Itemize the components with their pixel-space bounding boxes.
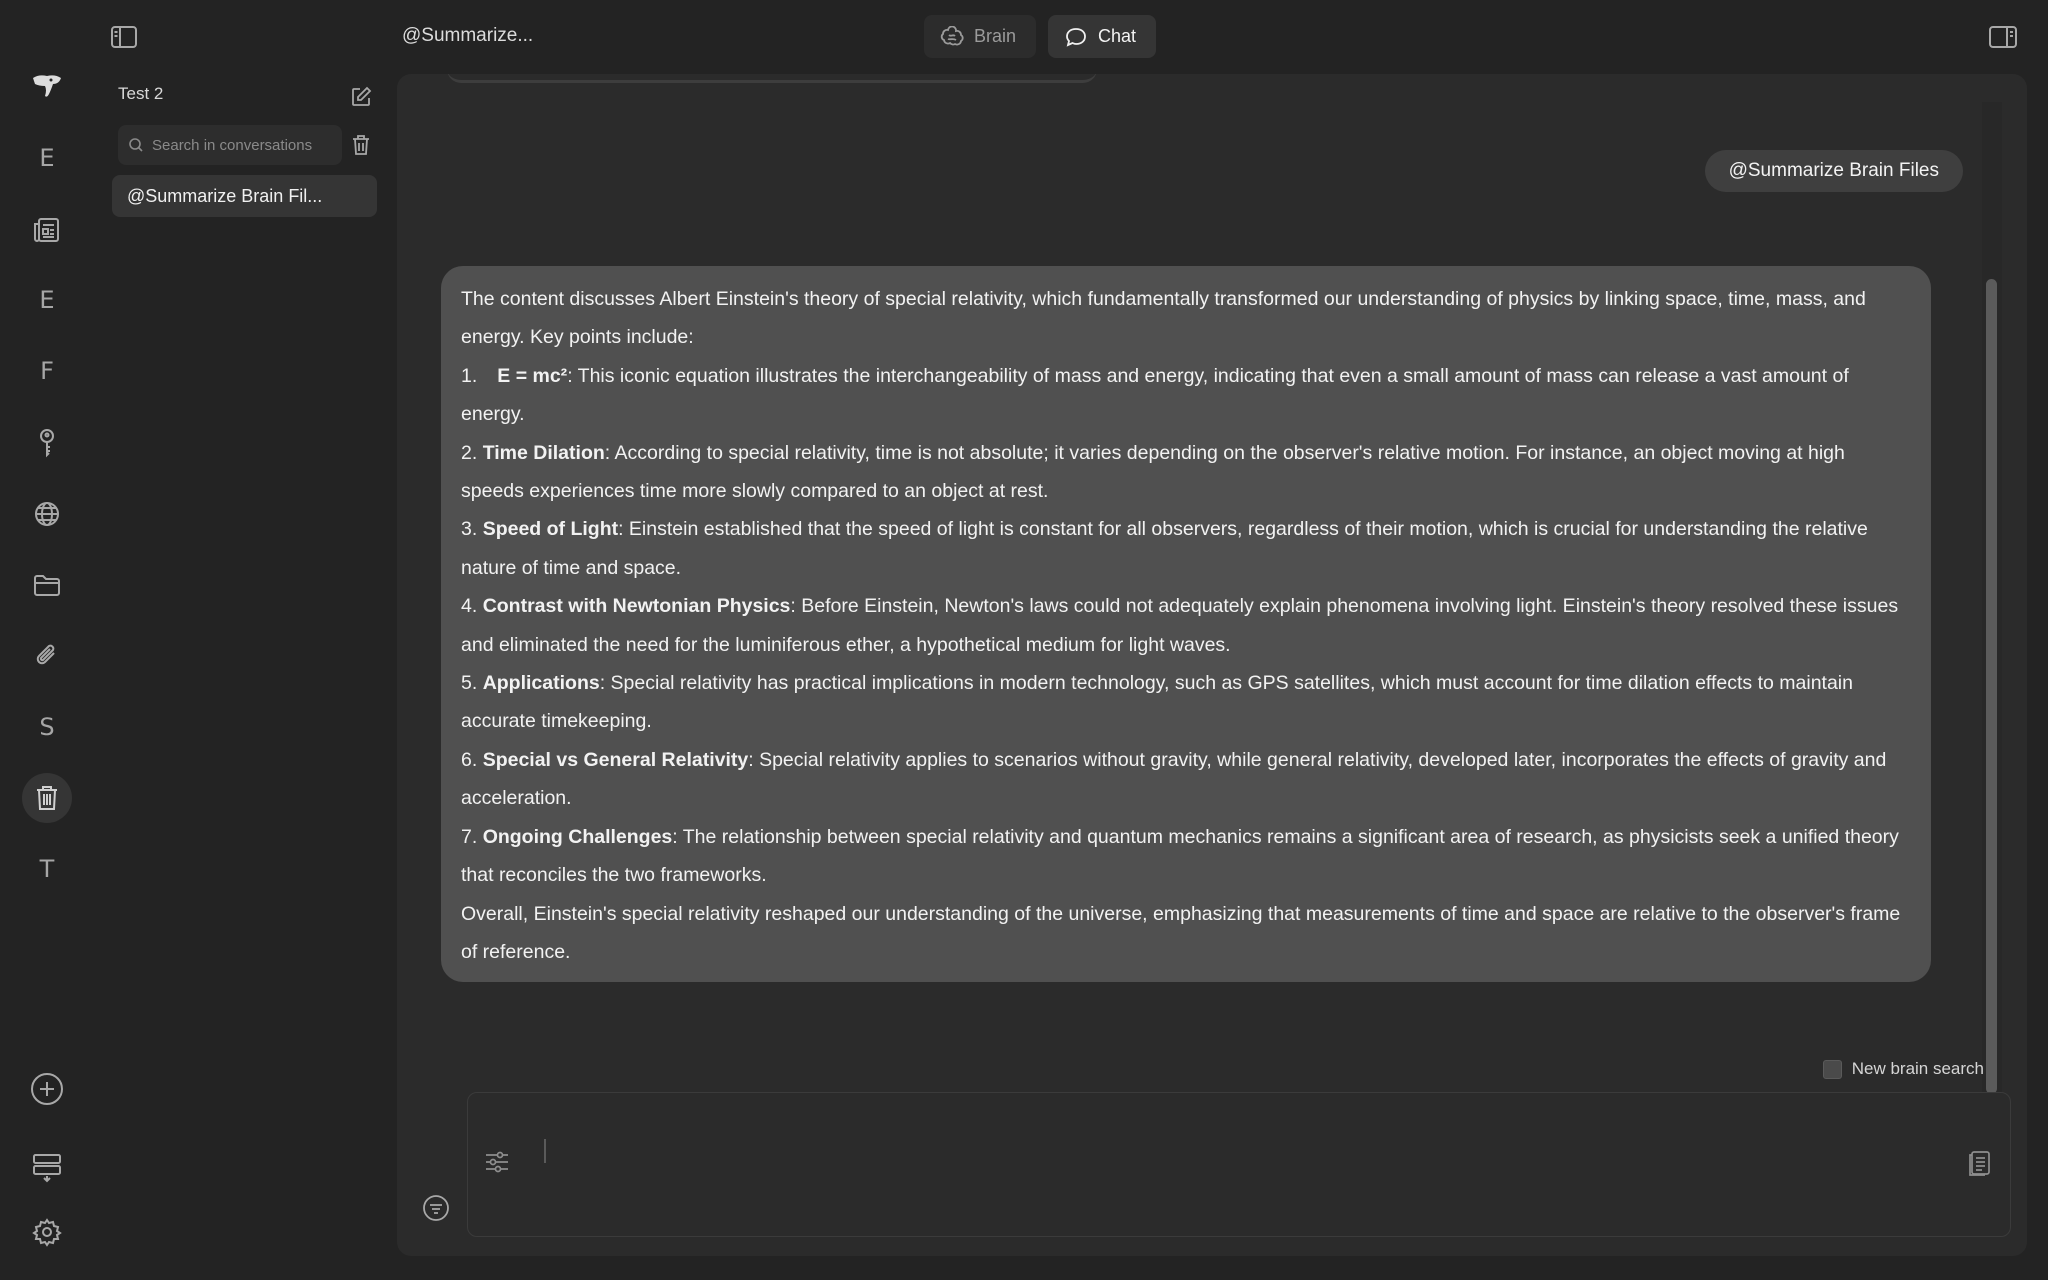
point-number: 3. [461,518,478,541]
point-text: : Einstein established that the speed of… [461,518,1868,579]
point-term: Time Dilation [482,441,605,464]
answer-point: 5. Applications: Special relativity has … [461,664,1911,741]
gear-icon[interactable] [22,1207,72,1257]
point-term: E = mc² [497,364,568,387]
key-icon[interactable] [22,418,72,468]
point-number: 1. [461,364,478,387]
newspaper-icon[interactable] [22,205,72,255]
scrollbar-thumb[interactable] [1986,279,1997,1094]
rail-letter: E [39,286,55,314]
plus-circle-icon[interactable] [22,1064,72,1114]
point-number: 2. [461,441,478,464]
paperclip-icon[interactable] [22,631,72,681]
previous-message-edge [447,74,1097,83]
answer-point: 6. Special vs General Relativity: Specia… [461,741,1911,818]
point-term: Contrast with Newtonian Physics [482,595,791,618]
sliders-icon[interactable] [484,1150,510,1174]
assistant-answer: The content discusses Albert Einstein's … [441,266,1931,982]
rail-item-e2[interactable]: E [22,275,72,325]
delete-conversations-icon[interactable] [350,133,372,157]
tab-chat-label: Chat [1098,26,1137,46]
tab-brain-label: Brain [974,26,1017,46]
new-brain-search-checkbox[interactable] [1822,1059,1842,1079]
tab-chat[interactable]: Chat [1048,15,1156,58]
point-number: 7. [461,825,478,848]
point-term: Speed of Light [482,518,619,541]
message-composer[interactable] [467,1092,2011,1237]
rail-letter: S [39,713,55,741]
point-number: 6. [461,748,478,771]
document-icon[interactable] [1968,1149,1992,1177]
search-input[interactable] [150,135,334,155]
trash-icon[interactable] [22,773,72,823]
rail-item-f[interactable]: F [22,346,72,396]
toggle-right-panel-icon[interactable] [1988,24,2018,50]
rail-letter: T [39,855,55,883]
point-number: 5. [461,672,478,695]
user-message-bubble: @Summarize Brain Files [1704,150,1963,192]
rail-item-t[interactable]: T [22,844,72,894]
globe-icon[interactable] [22,489,72,539]
point-text: : The relationship between special relat… [461,825,1899,887]
point-term: Ongoing Challenges [482,825,673,848]
elephant-logo-icon[interactable] [22,62,72,112]
answer-point: 7. Ongoing Challenges: The relationship … [461,818,1911,895]
left-rail: E E F S T [0,0,93,1280]
new-chat-icon[interactable] [350,86,372,108]
answer-point: 4. Contrast with Newtonian Physics: Befo… [461,587,1911,664]
point-text: : This iconic equation illustrates the i… [461,364,1849,426]
filter-icon[interactable] [422,1194,450,1222]
rail-item-e[interactable]: E [22,133,72,183]
rail-item-s[interactable]: S [22,702,72,752]
chat-bubble-icon [1066,27,1086,47]
text-caret [544,1139,546,1163]
point-text: : Special relativity has practical impli… [461,672,1853,733]
toggle-sidebar-icon[interactable] [110,24,138,50]
brain-icon [940,25,964,45]
search-icon [129,138,143,152]
conversations-sidebar: Test 2 @Summarize Brain Fil... [92,0,397,1280]
answer-conclusion: Overall, Einstein's special relativity r… [461,902,1901,963]
folder-icon[interactable] [22,560,72,610]
rail-letter: E [39,144,55,172]
point-term: Special vs General Relativity [482,748,749,771]
point-number: 4. [461,595,478,618]
answer-point: 1. E = mc²: This iconic equation illustra… [461,357,1911,434]
point-text: : According to special relativity, time … [461,441,1845,503]
sidebar-title: Test 2 [118,84,164,103]
layout-icon[interactable] [22,1142,72,1192]
new-brain-search-label: New brain search [1851,1059,1984,1078]
new-brain-search-toggle[interactable]: New brain search [1822,1059,1984,1079]
chat-panel: @Summarize Brain Files The content discu… [397,74,2027,1256]
tab-brain[interactable]: Brain [924,15,1036,58]
point-term: Applications [482,672,600,695]
answer-point: 3. Speed of Light: Einstein established … [461,510,1911,587]
rail-letter: F [40,357,54,385]
answer-point: 2. Time Dilation: According to special r… [461,434,1911,511]
conversation-item[interactable]: @Summarize Brain Fil... [112,175,377,217]
conversation-title: @Summarize... [402,25,534,46]
answer-intro: The content discusses Albert Einstein's … [461,288,1866,349]
conversation-search [118,125,342,165]
